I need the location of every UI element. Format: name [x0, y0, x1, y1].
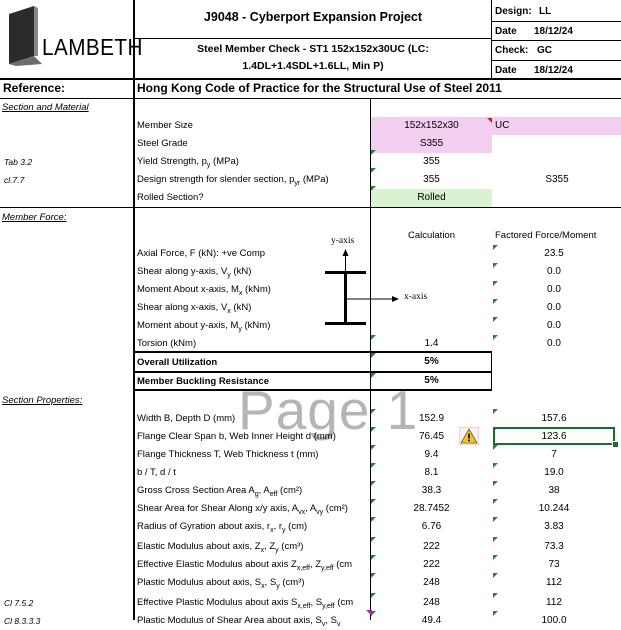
lambeth-logo: LAMBETH [6, 6, 142, 68]
property-calc-value: 222 [423, 541, 440, 552]
reference-label: Reference: [3, 81, 66, 95]
property-calc-value: 248 [423, 597, 440, 608]
property-right-value: 19.0 [544, 467, 564, 478]
property-label: Effective Plastic Modulus about axis Sx,… [137, 597, 354, 610]
property-calc-value: 248 [423, 577, 440, 588]
calc-value: 355 [423, 174, 440, 185]
property-label: Flange Thickness T, Web Thickness t (mm) [137, 449, 319, 460]
force-label: Shear along y-axis, Vy (kN) [137, 266, 252, 279]
check-title-line1: Steel Member Check - ST1 152x152x30UC (L… [197, 43, 429, 55]
calc-value: 355 [423, 156, 440, 167]
property-right-value: 38 [548, 485, 560, 496]
force-label: Shear along x-axis, Vx (kN) [137, 302, 252, 315]
property-calc-value: 49.4 [421, 615, 442, 626]
property-label: Effective Elastic Modulus about axis Zx,… [137, 559, 353, 572]
property-label: Plastic Modulus of Shear Area about axis… [137, 615, 341, 628]
property-right-value: 3.83 [544, 521, 564, 532]
property-label: Gross Cross Section Area Ag, Aeff (cm²) [137, 485, 303, 498]
right-value: S355 [545, 174, 569, 185]
force-label: Axial Force, F (kN): +ve Comp [137, 248, 266, 259]
design-sign-block: Design: LL Date 18/12/24 Check: GC Date … [495, 0, 621, 78]
property-calc-value: 8.1 [424, 467, 439, 478]
design-label: Design: [495, 6, 532, 17]
lambeth-logo-mark [9, 6, 42, 66]
property-right-value: 112 [546, 597, 562, 608]
factored-column-header: Factored Force/Moment [495, 230, 597, 241]
calc-value: 152x152x30 [404, 120, 459, 131]
date-label-1: Date [495, 26, 517, 37]
property-calc-value: 6.76 [421, 521, 442, 532]
property-label: Flange Clear Span b, Web Inner Height d … [137, 431, 336, 442]
factored-value: 0.0 [547, 284, 561, 295]
warning-icon[interactable] [459, 427, 479, 445]
clause-ref: cl.7.7 [4, 175, 25, 185]
calc-value: Rolled [417, 192, 446, 203]
factored-value: 0.0 [547, 266, 561, 277]
property-label: Yield Strength, py (MPa) [137, 156, 239, 169]
factored-value: 0.0 [547, 338, 561, 349]
property-label: Rolled Section? [137, 192, 204, 203]
right-value: UC [495, 120, 510, 131]
clause-ref: Cl 7.5.2 [4, 598, 34, 608]
factored-value: 23.5 [544, 248, 564, 259]
design-value: LL [539, 6, 552, 17]
property-label: Member Size [137, 120, 193, 131]
property-right-value: 73.3 [544, 541, 564, 552]
logo-text: LAMBETH [42, 34, 143, 60]
check-title-line2: 1.4DL+1.4SDL+1.6LL, Min P) [242, 60, 384, 72]
property-calc-value: 9.4 [424, 449, 439, 460]
property-label: b / T, d / t [137, 467, 176, 478]
property-right-value: 112 [546, 577, 562, 588]
overall-utilization-value: 5% [424, 356, 439, 367]
selected-cell[interactable] [493, 427, 615, 445]
property-right-value: 157.6 [541, 413, 567, 424]
section-axes-diagram [325, 249, 399, 325]
property-calc-value: 38.3 [421, 485, 442, 496]
date-value-2: 18/12/24 [534, 65, 573, 76]
overall-utilization-label: Overall Utilization [137, 357, 218, 368]
force-label: Moment about y-axis, My (kNm) [137, 320, 271, 333]
section-properties-title: Section Properties: [2, 395, 83, 406]
clause-ref: Cl 8.3.3.3 [4, 616, 41, 626]
property-calc-value: 28.7452 [413, 503, 450, 514]
force-label: Moment About x-axis, Mx (kNm) [137, 284, 271, 297]
factored-value: 0.0 [547, 302, 561, 313]
clause-ref: Tab 3.2 [4, 157, 33, 167]
calc-value: S355 [419, 138, 444, 149]
force-label: Torsion (kNm) [137, 338, 197, 349]
check-label: Check: [495, 45, 529, 56]
property-right-value: 73 [548, 559, 560, 570]
section-material-title: Section and Material [2, 102, 89, 113]
property-label: Plastic Modulus about axis, Sx, Sy (cm³) [137, 577, 305, 590]
date-label-2: Date [495, 65, 517, 76]
property-label: Width B, Depth D (mm) [137, 413, 236, 424]
code-title: Hong Kong Code of Practice for the Struc… [137, 81, 502, 95]
property-label: Steel Grade [137, 138, 188, 149]
check-value: GC [537, 45, 552, 56]
factored-value: 0.0 [547, 320, 561, 331]
property-right-value: 7 [551, 449, 557, 460]
property-right-value: 100.0 [541, 615, 567, 626]
property-label: Shear Area for Shear Along x/y axis, Avx… [137, 503, 348, 516]
date-value-1: 18/12/24 [534, 26, 573, 37]
x-axis-label: x-axis [404, 292, 428, 302]
property-label: Elastic Modulus about axis, Zx, Zy (cm³) [137, 541, 304, 554]
property-calc-value: 152.9 [418, 413, 445, 424]
property-label: Radius of Gyration about axis, rx, ry (c… [137, 521, 308, 534]
project-title: J9048 - Cyberport Expansion Project [203, 10, 423, 24]
property-calc-value: 222 [423, 559, 440, 570]
member-force-title: Member Force: [2, 212, 67, 223]
y-axis-label: y-axis [331, 236, 355, 246]
property-right-value: 10.244 [538, 503, 570, 514]
property-label: Design strength for slender section, pyr… [137, 174, 329, 187]
